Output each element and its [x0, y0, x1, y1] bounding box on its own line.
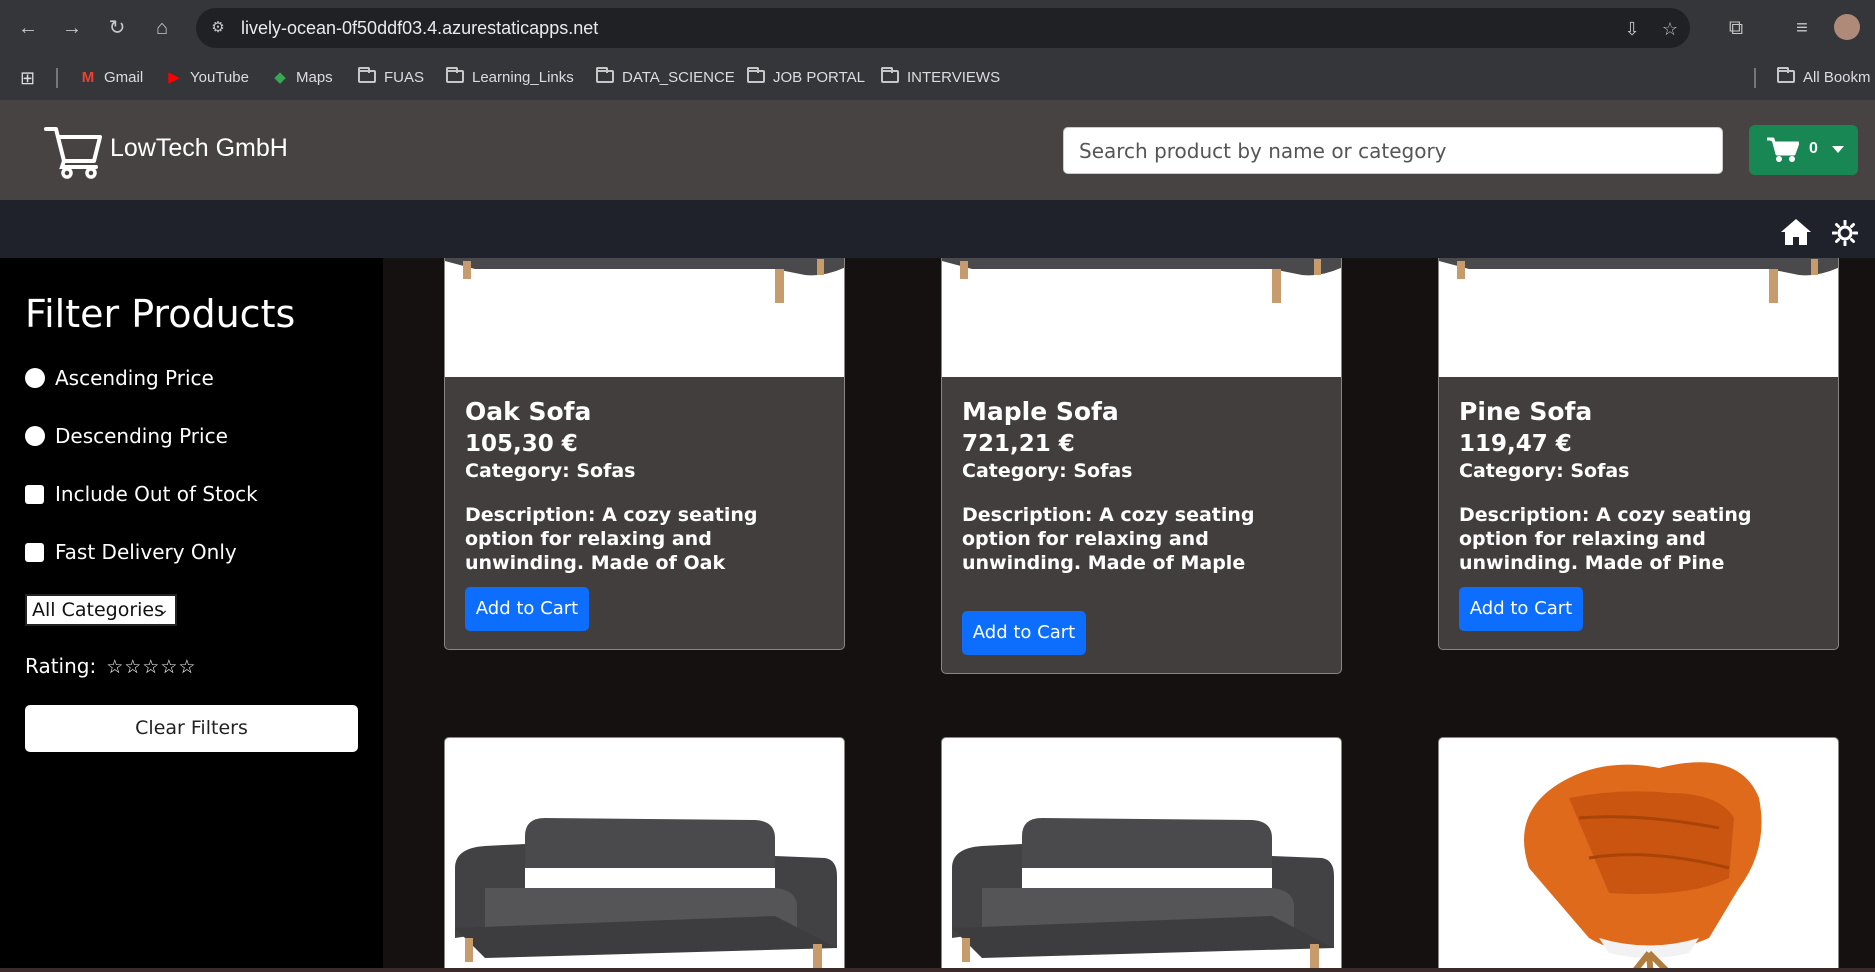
product-card: Oak Sofa 105,30 € Category: Sofas Descri… [444, 258, 845, 650]
product-card [444, 737, 845, 972]
folder-icon [747, 67, 765, 83]
fast-delivery-checkbox[interactable] [25, 543, 44, 562]
clear-filters-button[interactable]: Clear Filters [25, 705, 358, 752]
all-bookmarks[interactable]: All Bookm [1777, 66, 1871, 90]
out-of-stock-option[interactable]: Include Out of Stock [25, 482, 258, 506]
address-url[interactable]: lively-ocean-0f50ddf03.4.azurestaticapps… [241, 18, 598, 39]
bookmark-job-portal[interactable]: JOB PORTAL [747, 66, 865, 90]
product-grid: Oak Sofa 105,30 € Category: Sofas Descri… [383, 258, 1875, 972]
descending-radio[interactable] [25, 426, 45, 446]
bookmark-interviews[interactable]: INTERVIEWS [881, 66, 1000, 90]
armchair-image [1524, 762, 1762, 972]
bookmark-data-science[interactable]: DATA_SCIENCE [596, 66, 735, 90]
product-card: Maple Sofa 721,21 € Category: Sofas Desc… [941, 258, 1342, 674]
product-card [1438, 737, 1839, 972]
forward-icon[interactable]: → [58, 14, 86, 42]
sofa-image [952, 818, 1334, 968]
bookmark-fuas[interactable]: FUAS [358, 66, 424, 90]
product-description: Description: A cozy seating option for r… [962, 504, 1255, 574]
folder-icon [358, 67, 376, 83]
site-info-icon[interactable]: ⚙ [206, 16, 230, 40]
profile-avatar[interactable] [1834, 14, 1860, 40]
folder-icon [596, 67, 614, 83]
ascending-radio[interactable] [25, 368, 45, 388]
cart-button[interactable]: 0 [1749, 125, 1858, 175]
add-to-cart-button[interactable]: Add to Cart [1459, 587, 1583, 631]
browser-chrome: ← → ↻ ⌂ ⚙ lively-ocean-0f50ddf03.4.azure… [0, 0, 1875, 100]
filter-sidebar: Filter Products Ascending Price Descendi… [0, 258, 383, 972]
bookmark-gmail[interactable]: M Gmail [78, 66, 143, 90]
extensions-icon[interactable]: ⧉ [1722, 14, 1750, 42]
add-to-cart-button[interactable]: Add to Cart [962, 611, 1086, 655]
gmail-icon: M [81, 69, 95, 86]
product-price: 721,21 € [962, 431, 1075, 457]
app-header: LowTech GmbH 0 [0, 100, 1875, 200]
browser-nav-row: ← → ↻ ⌂ ⚙ lively-ocean-0f50ddf03.4.azure… [0, 0, 1875, 56]
product-body: Pine Sofa 119,47 € Category: Sofas Descr… [1459, 395, 1822, 575]
home-icon[interactable] [1780, 218, 1812, 246]
reading-list-icon[interactable]: ≡ [1788, 14, 1816, 42]
product-category: Category: Sofas [465, 460, 636, 482]
sofa-image [445, 258, 844, 303]
product-category: Category: Sofas [962, 460, 1133, 482]
search-input[interactable] [1063, 127, 1723, 174]
cart-count: 0 [1809, 140, 1818, 157]
product-image [1439, 258, 1838, 377]
bookmark-learning-links[interactable]: Learning_Links [446, 66, 574, 90]
cart-logo-icon[interactable] [44, 123, 104, 179]
product-name: Oak Sofa [465, 397, 592, 426]
page-bottom-edge [0, 968, 1875, 972]
bookmark-maps[interactable]: ◆ Maps [270, 66, 332, 90]
folder-icon [881, 67, 899, 83]
product-name: Maple Sofa [962, 397, 1119, 426]
product-image [445, 258, 844, 377]
add-to-cart-button[interactable]: Add to Cart [465, 587, 589, 631]
bookmarks-divider [56, 68, 58, 88]
address-bar[interactable]: ⚙ lively-ocean-0f50ddf03.4.azurestaticap… [196, 8, 1690, 48]
brand-name[interactable]: LowTech GmbH [110, 134, 288, 163]
product-description: Description: A cozy seating option for r… [465, 504, 758, 574]
home-browser-icon[interactable]: ⌂ [148, 14, 176, 42]
product-price: 119,47 € [1459, 431, 1572, 457]
bookmark-youtube[interactable]: ▶ YouTube [164, 66, 249, 90]
reload-icon[interactable]: ↻ [103, 14, 131, 42]
fast-delivery-option[interactable]: Fast Delivery Only [25, 540, 237, 564]
sofa-image [455, 818, 837, 968]
product-price: 105,30 € [465, 431, 578, 457]
sun-theme-icon[interactable] [1832, 220, 1858, 246]
product-name: Pine Sofa [1459, 397, 1593, 426]
install-app-icon[interactable]: ⇩ [1620, 17, 1644, 41]
bookmarks-bar: ⊞ M Gmail ▶ YouTube ◆ Maps FUAS Learning_Li… [0, 56, 1875, 100]
filter-title: Filter Products [25, 292, 296, 336]
rating-filter: Rating: ☆☆☆☆☆ [25, 654, 197, 678]
product-body: Maple Sofa 721,21 € Category: Sofas Desc… [962, 395, 1325, 575]
product-description: Description: A cozy seating option for r… [1459, 504, 1752, 574]
folder-icon [446, 67, 464, 83]
youtube-icon: ▶ [168, 69, 180, 86]
bookmarks-divider-right [1754, 68, 1756, 88]
shopping-cart-icon [1767, 137, 1799, 162]
sofa-image [1439, 258, 1838, 303]
category-select[interactable]: All Categories ⌄ [25, 594, 177, 626]
folder-icon [1777, 67, 1795, 83]
product-category: Category: Sofas [1459, 460, 1630, 482]
product-body: Oak Sofa 105,30 € Category: Sofas Descri… [465, 395, 828, 575]
sub-header [0, 200, 1875, 258]
bookmark-star-icon[interactable]: ☆ [1658, 17, 1682, 41]
product-image [942, 258, 1341, 377]
product-card [941, 737, 1342, 972]
rating-stars[interactable]: ☆☆☆☆☆ [106, 656, 196, 678]
descending-price-option[interactable]: Descending Price [25, 424, 228, 448]
ascending-price-option[interactable]: Ascending Price [25, 366, 214, 390]
maps-icon: ◆ [274, 69, 286, 86]
product-card: Pine Sofa 119,47 € Category: Sofas Descr… [1438, 258, 1839, 650]
chevron-down-icon: ⌄ [157, 602, 169, 618]
back-icon[interactable]: ← [14, 14, 42, 42]
out-of-stock-checkbox[interactable] [25, 485, 44, 504]
apps-grid-icon[interactable]: ⊞ [20, 66, 35, 90]
chevron-down-icon [1832, 146, 1844, 153]
sofa-image [942, 258, 1341, 303]
